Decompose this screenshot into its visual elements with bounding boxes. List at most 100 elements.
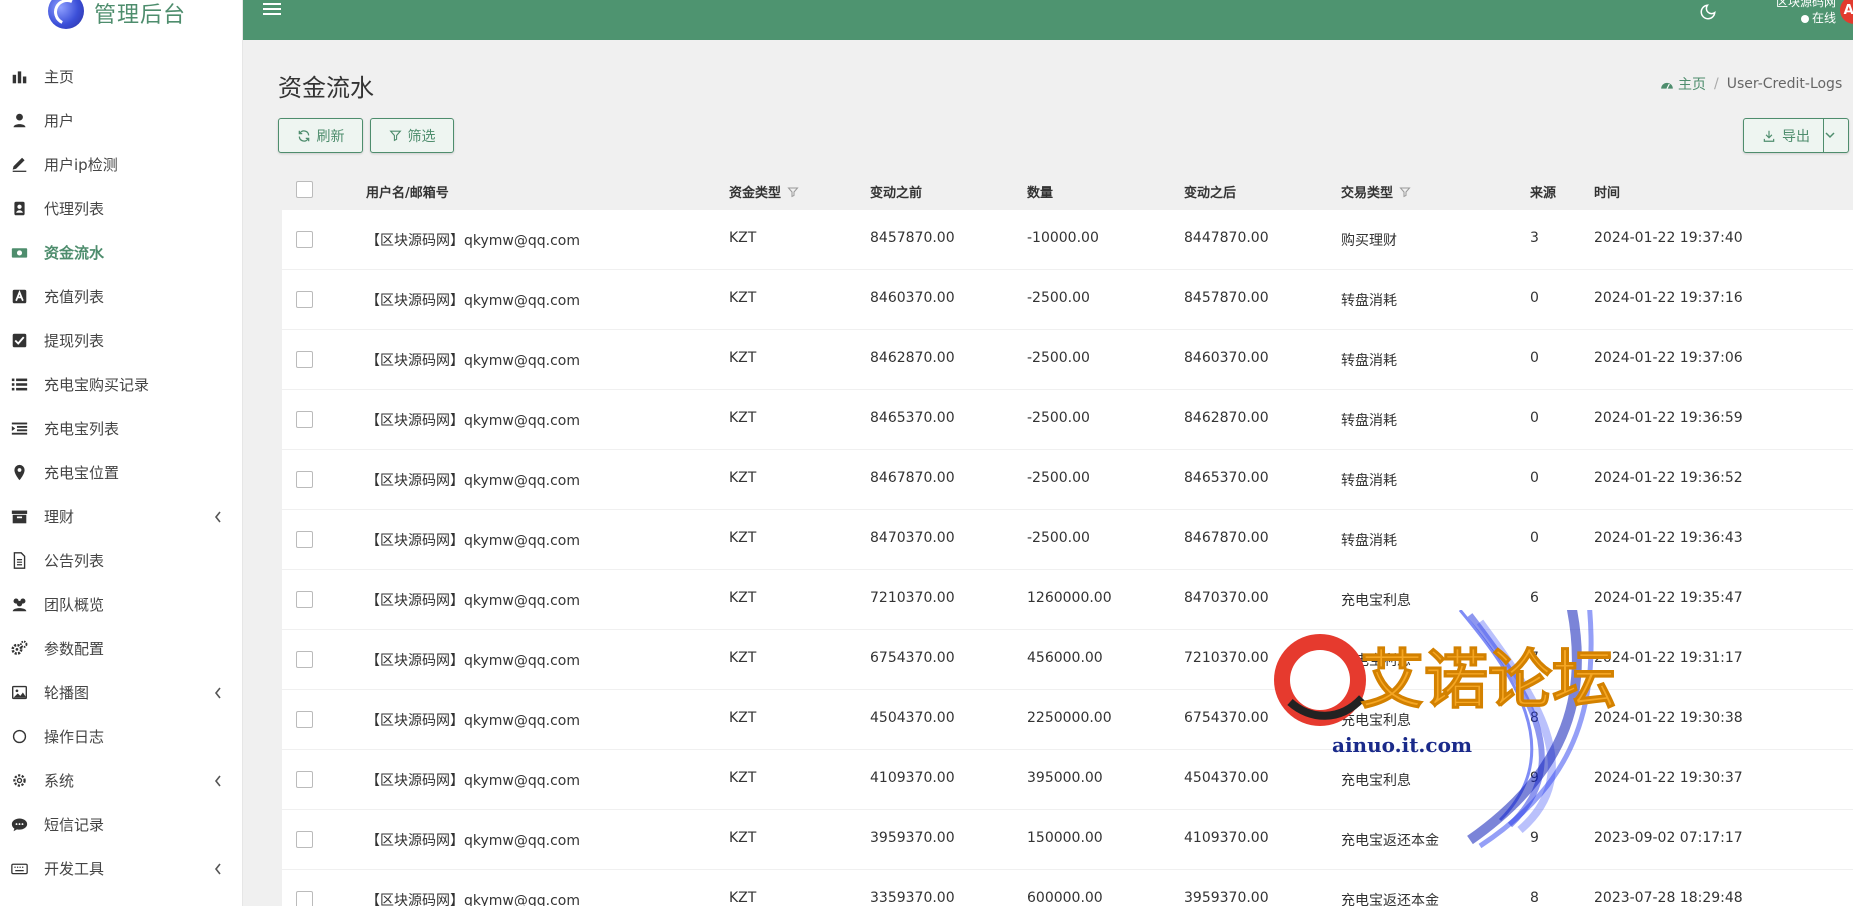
table-row[interactable]: 【区块源码网】qkymw@qq.com KZT 3959370.00 150000.0… [282,810,1853,870]
col-trade-type-cell: 转盘消耗 [1341,353,1397,369]
sidebar-item-9[interactable]: 充电宝位置 [0,450,242,494]
sidebar-item-6[interactable]: 提现列表 [0,318,242,362]
col-after-cell: 4109370.00 [1184,830,1269,846]
dashboard-icon [1661,82,1673,89]
breadcrumb-home[interactable]: 主页 [1660,74,1706,94]
filter-label: 筛选 [407,128,436,145]
circle-icon [10,727,28,745]
row-checkbox[interactable] [296,711,313,728]
refresh-button[interactable]: 刷新 [278,118,363,153]
table-row[interactable]: 【区块源码网】qkymw@qq.com KZT 8457870.00 -10000.0… [282,210,1853,270]
col-trade-type-cell: 转盘消耗 [1341,533,1397,549]
col-trade-type-cell: 充电宝利息 [1341,593,1411,609]
col-amount-cell: 456000.00 [1027,650,1103,666]
table-row[interactable]: 【区块源码网】qkymw@qq.com KZT 8465370.00 -2500.00… [282,390,1853,450]
sidebar-item-2[interactable]: 用户ip检测 [0,142,242,186]
table-row[interactable]: 【区块源码网】qkymw@qq.com KZT 4504370.00 2250000.… [282,690,1853,750]
breadcrumb-current: User-Credit-Logs [1726,76,1843,92]
sidebar-item-12[interactable]: 团队概览 [0,582,242,626]
row-checkbox[interactable] [296,591,313,608]
user-icon [10,111,28,129]
sidebar-item-18[interactable]: 开发工具 [0,846,242,890]
sidebar-item-label: 充电宝购买记录 [44,375,150,394]
sidebar-item-15[interactable]: 操作日志 [0,714,242,758]
col-username-header: 用户名/邮箱号 [366,186,449,201]
col-username-cell: 【区块源码网】qkymw@qq.com [366,353,580,369]
row-checkbox[interactable] [296,291,313,308]
row-checkbox[interactable] [296,531,313,548]
table-row[interactable]: 【区块源码网】qkymw@qq.com KZT 4109370.00 395000.0… [282,750,1853,810]
table-row[interactable]: 【区块源码网】qkymw@qq.com KZT 8467870.00 -2500.00… [282,450,1853,510]
col-fund-type-cell: KZT [729,350,757,366]
col-time-cell: 2024-01-22 19:30:38 [1594,710,1743,726]
row-checkbox[interactable] [296,231,313,248]
table-row[interactable]: 【区块源码网】qkymw@qq.com KZT 7210370.00 1260000.… [282,570,1853,630]
row-checkbox[interactable] [296,351,313,368]
top-navbar: 区块源码网 在线 AD [243,0,1853,40]
chevron-down-icon[interactable] [1825,131,1835,139]
sidebar-item-label: 主页 [44,67,75,86]
row-checkbox[interactable] [296,771,313,788]
sidebar-item-5[interactable]: 充值列表 [0,274,242,318]
avatar[interactable]: AD [1840,0,1853,24]
comment-icon [10,815,28,833]
col-before-cell: 8467870.00 [870,470,955,486]
filter-icon [388,130,402,142]
row-checkbox[interactable] [296,411,313,428]
col-after-cell: 8447870.00 [1184,230,1269,246]
font-icon [10,287,28,305]
sidebar-item-7[interactable]: 充电宝购买记录 [0,362,242,406]
col-after-cell: 8457870.00 [1184,290,1269,306]
column-filter-icon[interactable] [1399,187,1411,202]
select-all-checkbox[interactable] [296,181,313,198]
col-amount-cell: 150000.00 [1027,830,1103,846]
sidebar-item-0[interactable]: 主页 [0,54,242,98]
col-source-cell: 8 [1530,890,1539,906]
sidebar-item-16[interactable]: 系统 [0,758,242,802]
export-button[interactable]: 导出 [1743,118,1849,153]
money-icon [10,243,28,261]
sidebar-item-11[interactable]: 公告列表 [0,538,242,582]
row-checkbox[interactable] [296,471,313,488]
sidebar-item-label: 充电宝位置 [44,463,120,482]
sidebar-item-8[interactable]: 充电宝列表 [0,406,242,450]
chevron-left-icon [214,861,222,879]
sidebar-item-label: 团队概览 [44,595,105,614]
column-filter-icon[interactable] [787,187,799,202]
table-row[interactable]: 【区块源码网】qkymw@qq.com KZT 8462870.00 -2500.00… [282,330,1853,390]
row-checkbox[interactable] [296,831,313,848]
col-trade-type-cell: 转盘消耗 [1341,293,1397,309]
col-username-cell: 【区块源码网】qkymw@qq.com [366,593,580,609]
sidebar-item-13[interactable]: 参数配置 [0,626,242,670]
sidebar-item-10[interactable]: 理财 [0,494,242,538]
col-trade-type-cell: 转盘消耗 [1341,473,1397,489]
refresh-icon [298,129,309,142]
sidebar-item-3[interactable]: 代理列表 [0,186,242,230]
col-source-cell: 9 [1530,770,1539,786]
dark-mode-icon[interactable] [1699,2,1717,22]
brand[interactable]: 管理后台 [0,0,242,40]
filter-button[interactable]: 筛选 [370,118,454,153]
indent-icon [10,419,28,437]
col-source-cell: 0 [1530,530,1539,546]
row-checkbox[interactable] [296,651,313,668]
sidebar-item-1[interactable]: 用户 [0,98,242,142]
row-checkbox[interactable] [296,891,313,906]
table-row[interactable]: 【区块源码网】qkymw@qq.com KZT 6754370.00 456000.0… [282,630,1853,690]
sidebar-item-4[interactable]: 资金流水 [0,230,242,274]
sidebar-item-label: 公告列表 [44,551,105,570]
table-row[interactable]: 【区块源码网】qkymw@qq.com KZT 3359370.00 600000.0… [282,870,1853,906]
table-row[interactable]: 【区块源码网】qkymw@qq.com KZT 8460370.00 -2500.00… [282,270,1853,330]
brand-title: 管理后台 [94,3,187,28]
col-trade-type-cell: 充电宝利息 [1341,773,1411,789]
sidebar-item-14[interactable]: 轮播图 [0,670,242,714]
user-info[interactable]: 区块源码网 在线 [1748,0,1836,26]
sidebar-item-17[interactable]: 短信记录 [0,802,242,846]
menu-toggle-icon[interactable] [263,3,281,15]
table-header: 用户名/邮箱号 资金类型 变动之前 数量 变动之后 交易类型 来源 时间 [278,168,1853,210]
address-book-icon [10,199,28,217]
col-time-header: 时间 [1594,186,1621,201]
refresh-label: 刷新 [316,128,345,145]
sidebar: 管理后台 主页 用户 用户ip检测 代理列表 资金流水 充值列表 提现列表 充电宝购买记录 充电… [0,0,243,906]
table-row[interactable]: 【区块源码网】qkymw@qq.com KZT 8470370.00 -2500.00… [282,510,1853,570]
